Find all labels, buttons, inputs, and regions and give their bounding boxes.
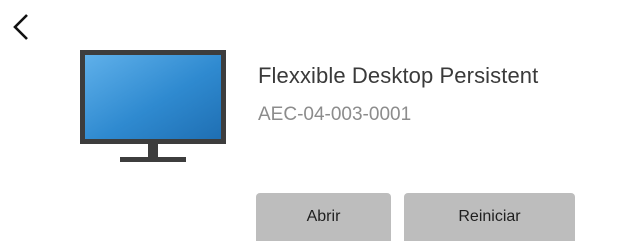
monitor-icon xyxy=(80,50,226,164)
restart-button[interactable]: Reiniciar xyxy=(404,193,575,241)
back-button[interactable] xyxy=(8,10,38,44)
open-button[interactable]: Abrir xyxy=(256,193,391,241)
device-detail-panel: Flexxible Desktop Persistent AEC-04-003-… xyxy=(0,0,622,241)
chevron-left-icon xyxy=(13,14,28,40)
device-name: Flexxible Desktop Persistent xyxy=(258,63,539,88)
device-code: AEC-04-003-0001 xyxy=(258,104,412,125)
